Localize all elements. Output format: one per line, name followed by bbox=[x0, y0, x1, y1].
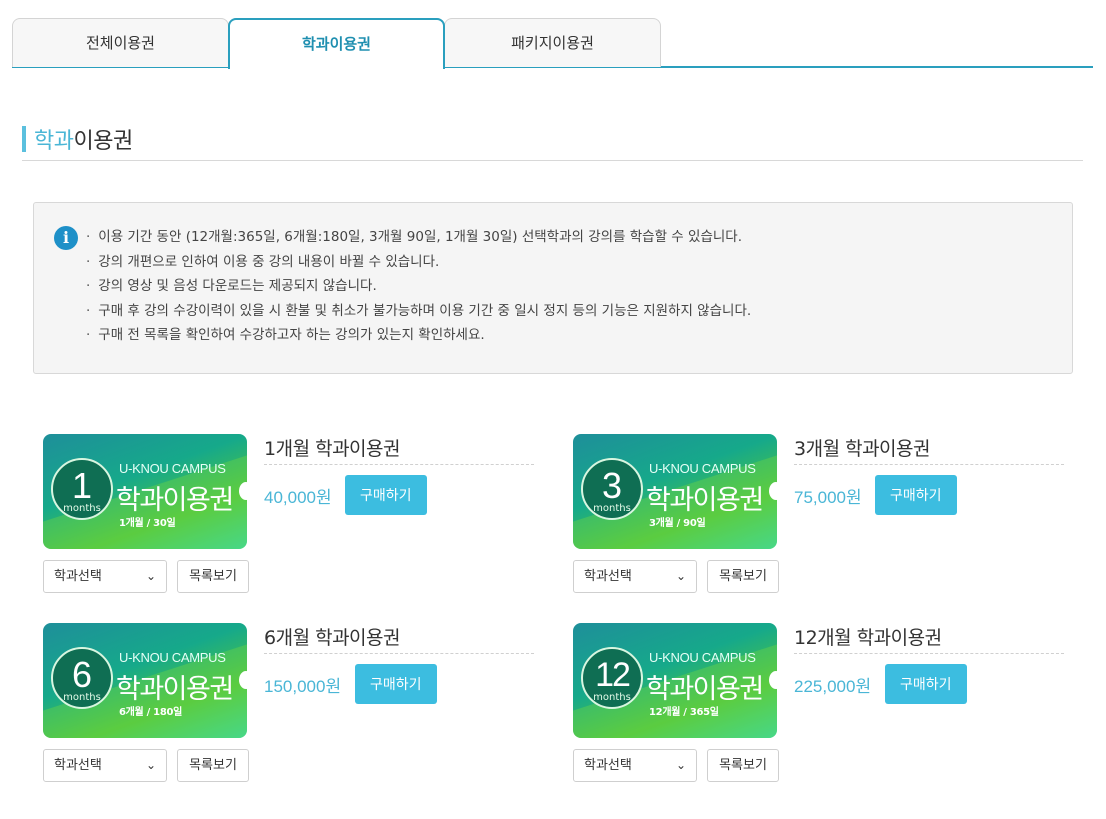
view-list-button[interactable]: 목록보기 bbox=[707, 749, 779, 782]
view-list-button[interactable]: 목록보기 bbox=[177, 749, 249, 782]
view-list-button[interactable]: 목록보기 bbox=[707, 560, 779, 593]
buy-button[interactable]: 구매하기 bbox=[875, 475, 957, 515]
product-card-1-month: 1 months U-KNOU CAMPUS 학과이용권 1개월 / 30일 1… bbox=[43, 434, 563, 604]
buy-button[interactable]: 구매하기 bbox=[355, 664, 437, 704]
department-select-value: 학과선택 bbox=[584, 569, 632, 584]
months-badge: 3 months bbox=[581, 458, 643, 520]
chevron-down-icon: ⌄ bbox=[145, 758, 156, 772]
chevron-down-icon: ⌄ bbox=[675, 569, 686, 583]
department-select-value: 학과선택 bbox=[584, 758, 632, 773]
product-price: 225,000원 bbox=[794, 677, 872, 696]
campus-label: U-KNOU CAMPUS bbox=[119, 650, 226, 665]
notice-item: 강의 영상 및 음성 다운로드는 제공되지 않습니다. bbox=[86, 274, 751, 299]
product-card-6-month: 6 months U-KNOU CAMPUS 학과이용권 6개월 / 180일 … bbox=[43, 623, 563, 793]
badge-subtitle: 6개월 / 180일 bbox=[119, 707, 183, 718]
months-badge: 1 months bbox=[51, 458, 113, 520]
product-thumbnail: 1 months U-KNOU CAMPUS 학과이용권 1개월 / 30일 bbox=[43, 434, 247, 549]
department-select[interactable]: 학과선택 ⌄ bbox=[43, 749, 167, 782]
badge-title: 학과이용권 bbox=[646, 674, 764, 705]
department-select[interactable]: 학과선택 ⌄ bbox=[573, 560, 697, 593]
department-select-value: 학과선택 bbox=[54, 569, 102, 584]
department-select[interactable]: 학과선택 ⌄ bbox=[43, 560, 167, 593]
product-price: 150,000원 bbox=[264, 677, 342, 696]
buy-button[interactable]: 구매하기 bbox=[345, 475, 427, 515]
title-bar-decoration bbox=[22, 126, 26, 152]
notice-list: 이용 기간 동안 (12개월:365일, 6개월:180일, 3개월 90일, … bbox=[86, 225, 751, 348]
campus-label: U-KNOU CAMPUS bbox=[119, 461, 226, 476]
tab-all-passes[interactable]: 전체이용권 bbox=[12, 18, 229, 67]
product-thumbnail: 12 months U-KNOU CAMPUS 학과이용권 12개월 / 365… bbox=[573, 623, 777, 738]
tab-department-passes[interactable]: 학과이용권 bbox=[228, 18, 445, 69]
chevron-down-icon: ⌄ bbox=[145, 569, 156, 583]
title-highlight: 학과 bbox=[34, 129, 74, 154]
product-price: 75,000원 bbox=[794, 488, 862, 507]
product-thumbnail: 3 months U-KNOU CAMPUS 학과이용권 3개월 / 90일 bbox=[573, 434, 777, 549]
product-title: 12개월 학과이용권 bbox=[794, 623, 1064, 654]
months-badge: 12 months bbox=[581, 647, 643, 709]
badge-subtitle: 1개월 / 30일 bbox=[119, 518, 176, 529]
badge-subtitle: 12개월 / 365일 bbox=[649, 707, 719, 718]
product-title: 6개월 학과이용권 bbox=[264, 623, 534, 654]
campus-label: U-KNOU CAMPUS bbox=[649, 461, 756, 476]
badge-title: 학과이용권 bbox=[116, 485, 234, 516]
badge-title: 학과이용권 bbox=[116, 674, 234, 705]
product-title: 3개월 학과이용권 bbox=[794, 434, 1064, 465]
department-select[interactable]: 학과선택 ⌄ bbox=[573, 749, 697, 782]
badge-title: 학과이용권 bbox=[646, 485, 764, 516]
notice-box: i 이용 기간 동안 (12개월:365일, 6개월:180일, 3개월 90일… bbox=[33, 202, 1073, 374]
product-title: 1개월 학과이용권 bbox=[264, 434, 534, 465]
view-list-button[interactable]: 목록보기 bbox=[177, 560, 249, 593]
notice-item: 구매 전 목록을 확인하여 수강하고자 하는 강의가 있는지 확인하세요. bbox=[86, 323, 751, 348]
notice-item: 이용 기간 동안 (12개월:365일, 6개월:180일, 3개월 90일, … bbox=[86, 225, 751, 250]
campus-label: U-KNOU CAMPUS bbox=[649, 650, 756, 665]
page-title: 학과이용권 bbox=[22, 124, 133, 154]
title-rest: 이용권 bbox=[73, 129, 133, 154]
badge-subtitle: 3개월 / 90일 bbox=[649, 518, 706, 529]
buy-button[interactable]: 구매하기 bbox=[885, 664, 967, 704]
notice-item: 강의 개편으로 인하여 이용 중 강의 내용이 바뀔 수 있습니다. bbox=[86, 250, 751, 275]
product-thumbnail: 6 months U-KNOU CAMPUS 학과이용권 6개월 / 180일 bbox=[43, 623, 247, 738]
months-badge: 6 months bbox=[51, 647, 113, 709]
tab-package-passes[interactable]: 패키지이용권 bbox=[444, 18, 661, 67]
notice-item: 구매 후 강의 수강이력이 있을 시 환불 및 취소가 불가능하며 이용 기간 … bbox=[86, 299, 751, 324]
title-divider bbox=[22, 160, 1083, 161]
product-price: 40,000원 bbox=[264, 488, 332, 507]
department-select-value: 학과선택 bbox=[54, 758, 102, 773]
chevron-down-icon: ⌄ bbox=[675, 758, 686, 772]
tab-bar: 전체이용권 학과이용권 패키지이용권 bbox=[12, 18, 1093, 69]
info-icon: i bbox=[54, 226, 78, 250]
product-card-12-month: 12 months U-KNOU CAMPUS 학과이용권 12개월 / 365… bbox=[573, 623, 1093, 793]
product-card-3-month: 3 months U-KNOU CAMPUS 학과이용권 3개월 / 90일 3… bbox=[573, 434, 1093, 604]
